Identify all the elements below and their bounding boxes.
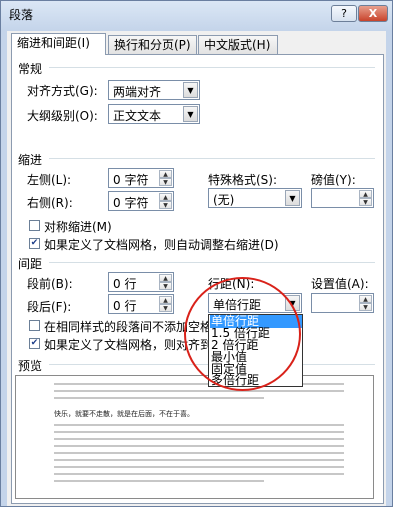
spacing-at-spinner[interactable]: ▲ ▼ <box>311 293 374 313</box>
preview-sample-text: 快乐，就要不走散，就是在后面，不在于喜。 <box>54 410 194 418</box>
no-space-same-style-label: 在相同样式的段落间不添加空格 <box>44 320 213 334</box>
spin-down-icon[interactable]: ▼ <box>159 304 172 312</box>
line-spacing-option[interactable]: 多倍行距 <box>211 374 259 387</box>
preview-header: 预览 <box>18 359 43 373</box>
divider <box>49 67 375 68</box>
mirror-indent-label: 对称缩进(M) <box>44 220 112 234</box>
special-indent-label: 特殊格式(S): <box>208 173 278 187</box>
space-after-spinner[interactable]: 0 行 ▲ ▼ <box>108 294 174 314</box>
paragraph-dialog: 段落 ? X 缩进和间距(I) 换行和分页(P) 中文版式(H) 常规 对齐方式… <box>0 0 393 507</box>
spin-down-icon[interactable]: ▼ <box>359 303 372 311</box>
indent-by-spinner[interactable]: ▲ ▼ <box>311 188 374 208</box>
tab-indent-spacing[interactable]: 缩进和间距(I) <box>11 33 106 55</box>
right-indent-spinner[interactable]: 0 字符 ▲ ▼ <box>108 191 174 211</box>
preview-line <box>54 466 344 468</box>
chevron-down-icon[interactable]: ▼ <box>285 190 300 206</box>
close-button[interactable]: X <box>358 5 388 22</box>
spin-down-icon[interactable]: ▼ <box>159 178 172 186</box>
preview-line <box>54 445 344 447</box>
spin-up-icon[interactable]: ▲ <box>359 190 372 198</box>
line-spacing-label: 行距(N): <box>208 277 255 291</box>
space-before-value: 0 行 <box>113 277 137 291</box>
preview-line <box>54 397 264 399</box>
dialog-title: 段落 <box>9 8 34 22</box>
space-before-spinner[interactable]: 0 行 ▲ ▼ <box>108 272 174 292</box>
chevron-down-icon[interactable]: ▼ <box>183 82 198 98</box>
divider <box>49 158 375 159</box>
mirror-indent-checkbox[interactable] <box>29 220 40 231</box>
tab-asian-typography[interactable]: 中文版式(H) <box>198 35 278 54</box>
snap-to-grid-checkbox[interactable]: ✔ <box>29 338 40 349</box>
spin-down-icon[interactable]: ▼ <box>159 201 172 209</box>
spin-up-icon[interactable]: ▲ <box>359 295 372 303</box>
space-after-value: 0 行 <box>113 299 137 313</box>
line-spacing-dropdown: 单倍行距 1.5 倍行距 2 倍行距 最小值 固定值 多倍行距 <box>208 314 303 387</box>
preview-box: 快乐，就要不走散，就是在后面，不在于喜。 <box>15 375 374 499</box>
tab-line-page-breaks[interactable]: 换行和分页(P) <box>108 35 197 54</box>
chevron-down-icon[interactable]: ▼ <box>183 106 198 122</box>
preview-line <box>54 473 344 475</box>
indent-header: 缩进 <box>18 153 43 167</box>
space-before-label: 段前(B): <box>27 277 73 291</box>
divider <box>49 262 375 263</box>
spacing-at-label: 设置值(A): <box>311 277 369 291</box>
preview-line <box>54 431 344 433</box>
spin-up-icon[interactable]: ▲ <box>159 170 172 178</box>
alignment-select[interactable]: 两端对齐 ▼ <box>108 80 200 100</box>
spin-down-icon[interactable]: ▼ <box>159 282 172 290</box>
spin-up-icon[interactable]: ▲ <box>159 274 172 282</box>
snap-to-grid-label: 如果定义了文档网格，则对齐到 <box>44 338 213 352</box>
outline-level-select[interactable]: 正文文本 ▼ <box>108 104 200 124</box>
left-indent-value: 0 字符 <box>113 173 149 187</box>
preview-line <box>54 480 264 482</box>
space-after-label: 段后(F): <box>27 300 72 314</box>
title-bar: 段落 ? X <box>1 1 392 27</box>
preview-line <box>54 459 344 461</box>
outline-level-label: 大纲级别(O): <box>27 109 98 123</box>
indent-by-label: 磅值(Y): <box>311 173 356 187</box>
right-indent-value: 0 字符 <box>113 196 149 210</box>
alignment-value: 两端对齐 <box>113 85 162 99</box>
preview-line <box>54 452 344 454</box>
left-indent-spinner[interactable]: 0 字符 ▲ ▼ <box>108 168 174 188</box>
line-spacing-select[interactable]: 单倍行距 ▼ <box>208 293 302 313</box>
spin-down-icon[interactable]: ▼ <box>359 198 372 206</box>
preview-line <box>54 438 344 440</box>
line-spacing-value: 单倍行距 <box>213 298 262 312</box>
right-indent-label: 右侧(R): <box>27 196 73 210</box>
preview-line <box>54 390 344 392</box>
special-indent-value: (无) <box>213 193 235 207</box>
chevron-down-icon[interactable]: ▼ <box>285 295 300 311</box>
general-header: 常规 <box>18 62 43 76</box>
no-space-same-style-checkbox[interactable] <box>29 320 40 331</box>
preview-line <box>54 424 344 426</box>
spin-up-icon[interactable]: ▲ <box>159 193 172 201</box>
left-indent-label: 左侧(L): <box>27 173 72 187</box>
auto-adjust-checkbox[interactable]: ✔ <box>29 238 40 249</box>
special-indent-select[interactable]: (无) ▼ <box>208 188 302 208</box>
auto-adjust-label: 如果定义了文档网格，则自动调整右缩进(D) <box>44 238 279 252</box>
alignment-label: 对齐方式(G): <box>27 84 98 98</box>
spacing-header: 间距 <box>18 257 43 271</box>
spin-up-icon[interactable]: ▲ <box>159 296 172 304</box>
outline-level-value: 正文文本 <box>113 109 162 123</box>
help-button[interactable]: ? <box>331 5 357 22</box>
